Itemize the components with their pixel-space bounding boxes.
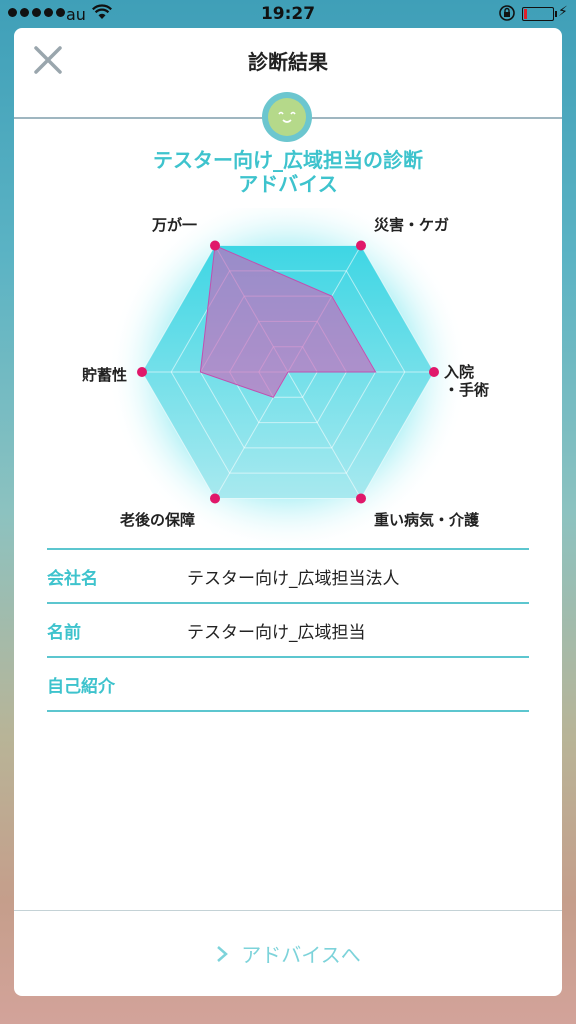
advice-button[interactable]: アドバイスへ — [14, 911, 562, 996]
avatar — [262, 92, 312, 142]
radar-label-retirement: 老後の保障 — [120, 511, 196, 529]
result-card: 診断結果 テスター向け_広域担当の診断 アドバイス 万が一 災害・ケガ 入院 ・… — [14, 28, 562, 996]
smiley-face-icon — [268, 98, 306, 136]
info-row-company: 会社名 テスター向け_広域担当法人 — [47, 548, 529, 602]
diagnosis-title-line1: テスター向け_広域担当の診断 — [153, 148, 423, 172]
status-bar: au 19:27 ⚡ — [0, 0, 576, 30]
company-value: テスター向け_広域担当法人 — [187, 569, 400, 589]
diagnosis-title: テスター向け_広域担当の診断 アドバイス — [14, 148, 562, 196]
profile-info-table: 会社名 テスター向け_広域担当法人 名前 テスター向け_広域担当 自己紹介 — [47, 548, 529, 712]
info-row-name: 名前 テスター向け_広域担当 — [47, 602, 529, 656]
company-label: 会社名 — [47, 569, 98, 589]
chevron-right-icon — [217, 945, 229, 962]
radar-label-disaster-injury: 災害・ケガ — [374, 216, 450, 234]
name-label: 名前 — [47, 623, 81, 643]
radar-label-hospital-line2: ・手術 — [444, 381, 490, 399]
radar-axis-point-5 — [137, 367, 147, 377]
intro-label: 自己紹介 — [47, 677, 115, 697]
radar-label-serious-illness-care: 重い病気・介護 — [374, 511, 480, 529]
page-title: 診断結果 — [248, 50, 328, 74]
radar-label-savings: 貯蓄性 — [82, 366, 128, 384]
info-row-intro: 自己紹介 — [47, 656, 529, 712]
radar-label-emergency: 万が一 — [152, 216, 198, 234]
diagnosis-title-line2: アドバイス — [238, 172, 338, 196]
radar-axis-point-2 — [429, 367, 439, 377]
radar-label-hospital-line1: 入院 — [444, 363, 475, 381]
advice-button-label: アドバイスへ — [241, 943, 361, 967]
radar-axis-point-0 — [210, 240, 220, 251]
radar-axis-point-4 — [210, 493, 220, 504]
radar-axis-point-3 — [356, 493, 366, 504]
name-value: テスター向け_広域担当 — [187, 623, 366, 643]
rotation-lock-icon — [498, 4, 516, 27]
radar-axis-point-1 — [356, 240, 366, 251]
charging-icon: ⚡ — [558, 4, 568, 20]
radar-label-hospital-surgery: 入院 ・手術 — [444, 363, 489, 399]
status-time: 19:27 — [260, 4, 316, 24]
battery-icon — [522, 7, 557, 21]
